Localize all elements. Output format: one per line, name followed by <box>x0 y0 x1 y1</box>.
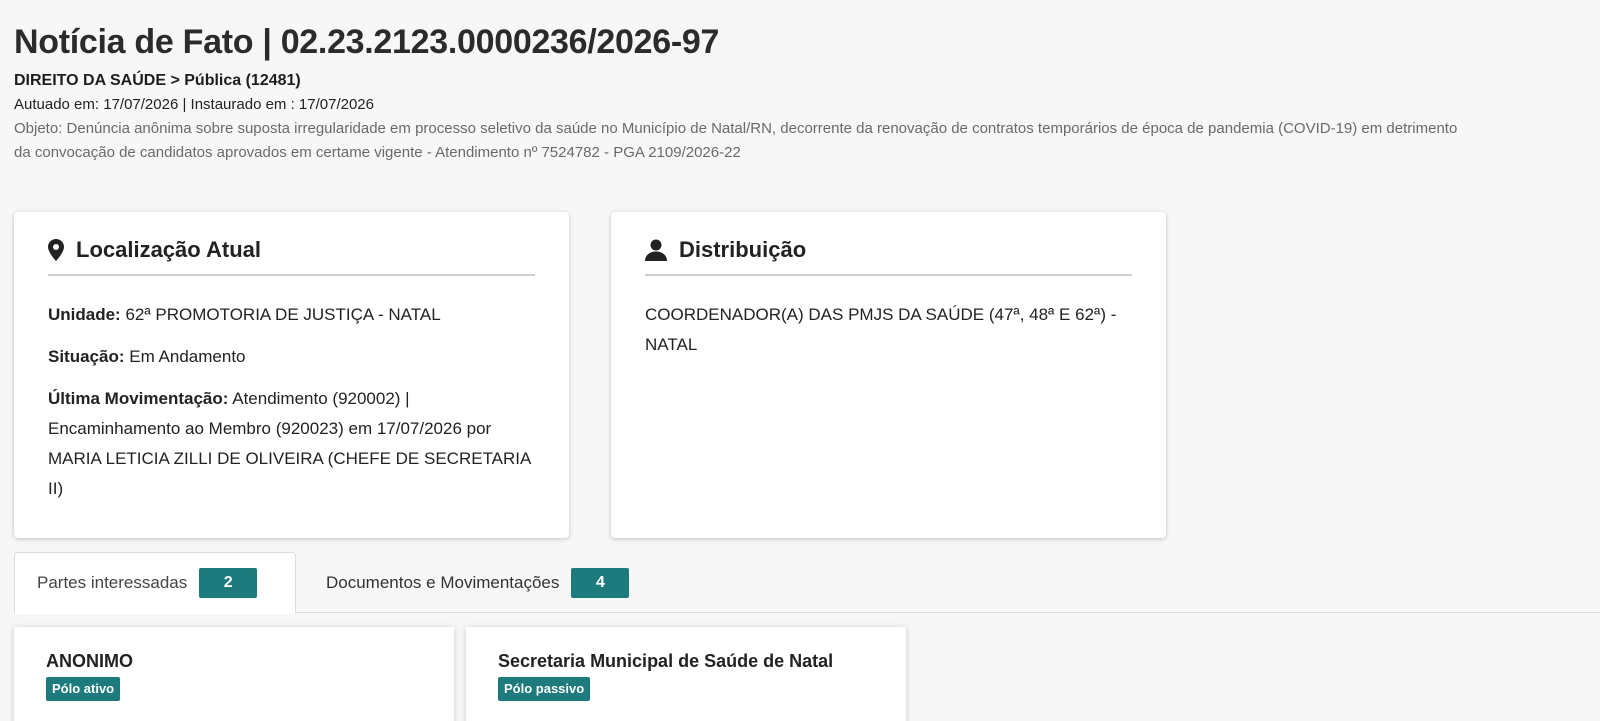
distribution-card-header: Distribuição <box>645 236 1132 276</box>
situacao-label: Situação: <box>48 347 125 366</box>
unidade-value: 62ª PROMOTORIA DE JUSTIÇA - NATAL <box>125 305 441 324</box>
party-name: Secretaria Municipal de Saúde de Natal <box>498 651 834 671</box>
distribution-card: Distribuição COORDENADOR(A) DAS PMJS DA … <box>611 212 1166 538</box>
distribution-card-title: Distribuição <box>679 237 807 262</box>
user-icon <box>645 239 667 261</box>
page-header: Notícia de Fato | 02.23.2123.0000236/202… <box>14 20 1464 165</box>
tab-partes-interessadas-label: Partes interessadas <box>37 573 188 592</box>
distribution-card-body: COORDENADOR(A) DAS PMJS DA SAÚDE (47ª, 4… <box>645 276 1132 360</box>
party-role-badge: Pólo ativo <box>46 677 121 701</box>
party-name: ANONIMO <box>46 651 133 671</box>
map-marker-icon <box>48 239 64 261</box>
subject-classification: DIREITO DA SAÚDE > Pública (12481) <box>14 72 301 89</box>
tab-documentos-movimentacoes-count: 4 <box>571 567 630 598</box>
tab-partes-interessadas-count: 2 <box>199 568 258 598</box>
ultima-movimentacao-row: Última Movimentação: Atendimento (920002… <box>48 384 535 504</box>
situacao-value: Em Andamento <box>129 347 246 366</box>
situacao-row: Situação: Em Andamento <box>48 342 535 372</box>
location-card: Localização Atual Unidade: 62ª PROMOTORI… <box>14 212 569 538</box>
distribution-text: COORDENADOR(A) DAS PMJS DA SAÚDE (47ª, 4… <box>645 305 1117 354</box>
page-title: Notícia de Fato | 02.23.2123.0000236/202… <box>14 23 720 61</box>
unidade-row: Unidade: 62ª PROMOTORIA DE JUSTIÇA - NAT… <box>48 300 535 330</box>
process-object-description: Objeto: Denúncia anônima sobre suposta i… <box>14 120 1458 161</box>
party-role-badge: Pólo passivo <box>498 677 591 701</box>
tab-documentos-movimentacoes[interactable]: Documentos e Movimentações 4 <box>304 552 651 613</box>
tab-bar: Partes interessadas 2 Documentos e Movim… <box>14 552 1600 614</box>
party-card[interactable]: ANONIMO Pólo ativo <box>14 627 454 721</box>
location-card-body: Unidade: 62ª PROMOTORIA DE JUSTIÇA - NAT… <box>48 276 535 504</box>
ultima-movimentacao-label: Última Movimentação: <box>48 389 229 408</box>
location-card-header: Localização Atual <box>48 236 535 276</box>
unidade-label: Unidade: <box>48 305 121 324</box>
tab-partes-interessadas[interactable]: Partes interessadas 2 <box>14 552 296 614</box>
tab-documentos-movimentacoes-label: Documentos e Movimentações <box>326 572 560 592</box>
process-dates: Autuado em: 17/07/2026 | Instaurado em :… <box>14 96 374 113</box>
location-card-title: Localização Atual <box>76 237 262 262</box>
party-card[interactable]: Secretaria Municipal de Saúde de Natal P… <box>466 627 906 721</box>
